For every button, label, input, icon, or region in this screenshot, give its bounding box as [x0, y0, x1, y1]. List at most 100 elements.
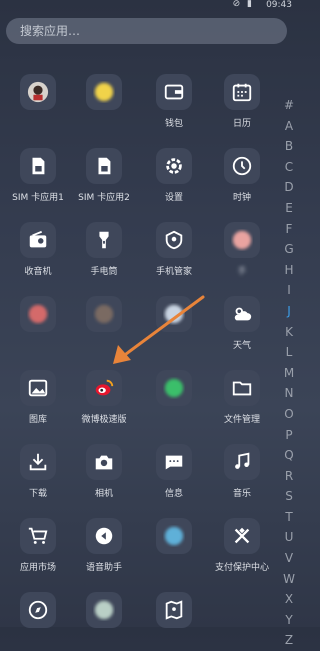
clock-icon — [224, 148, 260, 184]
phone-manager-icon — [156, 222, 192, 258]
app-label: 微博极速版 — [81, 415, 127, 425]
app-sim-card[interactable]: SIM 卡应用2 — [70, 148, 138, 203]
app-blurred-app[interactable]: 手 — [208, 222, 276, 277]
app-item[interactable] — [4, 592, 72, 634]
app-item[interactable] — [4, 74, 72, 116]
index-letter[interactable]: R — [282, 466, 296, 487]
search-input[interactable]: 搜索应用… — [6, 18, 287, 44]
status-bar: ⊘ ▮ 09:43 — [0, 0, 298, 16]
blurred-app-icon — [156, 518, 192, 554]
index-letter[interactable]: X — [282, 589, 296, 610]
index-letter[interactable]: K — [282, 322, 296, 343]
folder-icon — [224, 370, 260, 406]
app-label: 下载 — [28, 489, 47, 499]
app-payment-protection[interactable]: 支付保护中心 — [208, 518, 276, 573]
app-weather[interactable]: 天气 — [208, 296, 276, 351]
app-label: 钱包 — [164, 119, 183, 129]
index-letter[interactable]: U — [282, 527, 296, 548]
index-letter[interactable]: C — [282, 157, 296, 178]
app-label: 收音机 — [24, 267, 52, 277]
app-label: 天气 — [232, 341, 251, 351]
app-label: 手电筒 — [90, 267, 118, 277]
blurred-app-icon — [224, 222, 260, 258]
index-letter[interactable]: E — [282, 198, 296, 219]
index-letter[interactable]: L — [282, 342, 296, 363]
app-shopping-cart[interactable]: 应用市场 — [4, 518, 72, 573]
index-letter[interactable]: Q — [282, 445, 296, 466]
app-label: 支付保护中心 — [214, 563, 269, 573]
index-letter[interactable]: G — [282, 239, 296, 260]
app-item[interactable] — [4, 296, 72, 338]
index-letter[interactable]: Y — [282, 610, 296, 631]
sim-card-icon — [86, 148, 122, 184]
app-item[interactable] — [140, 518, 208, 560]
index-letter[interactable]: A — [282, 116, 296, 137]
app-flashlight[interactable]: 手电筒 — [70, 222, 138, 277]
download-icon — [20, 444, 56, 480]
index-letter[interactable]: V — [282, 548, 296, 569]
app-item[interactable] — [70, 592, 138, 634]
gear-icon — [156, 148, 192, 184]
partially-visible-row — [0, 42, 270, 52]
index-letter[interactable]: J — [282, 301, 296, 322]
message-icon — [156, 444, 192, 480]
app-label: 设置 — [164, 193, 183, 203]
alphabet-index[interactable]: # A B C D E F G H I J K L M N O P Q R S T U V W X Y Z — [282, 95, 296, 651]
index-letter[interactable]: I — [282, 280, 296, 301]
index-letter[interactable]: P — [282, 425, 296, 446]
sim-card-icon — [20, 148, 56, 184]
app-camera[interactable]: 相机 — [70, 444, 138, 499]
app-item[interactable] — [140, 370, 208, 412]
index-letter[interactable]: D — [282, 177, 296, 198]
gallery-icon — [20, 370, 56, 406]
app-label: 文件管理 — [223, 415, 260, 425]
blurred-app-icon — [86, 592, 122, 628]
app-label: SIM 卡应用2 — [78, 193, 130, 203]
index-letter[interactable]: S — [282, 486, 296, 507]
index-letter[interactable]: F — [282, 219, 296, 240]
app-label: 信息 — [164, 489, 183, 499]
app-phone-manager[interactable]: 手机管家 — [140, 222, 208, 277]
app-folder[interactable]: 文件管理 — [208, 370, 276, 425]
app-music[interactable]: 音乐 — [208, 444, 276, 499]
app-clock[interactable]: 时钟 — [208, 148, 276, 203]
app-label: 日历 — [232, 119, 251, 129]
app-item[interactable] — [70, 74, 138, 116]
app-voice-assistant[interactable]: 语音助手 — [70, 518, 138, 573]
index-letter[interactable]: B — [282, 136, 296, 157]
app-item[interactable] — [70, 296, 138, 338]
app-label: 音乐 — [232, 489, 251, 499]
music-icon — [224, 444, 260, 480]
app-gear[interactable]: 设置 — [140, 148, 208, 203]
index-letter[interactable]: N — [282, 383, 296, 404]
blurred-app-icon — [156, 296, 192, 332]
blurred-app-icon — [86, 74, 122, 110]
app-label: 时钟 — [232, 193, 251, 203]
index-letter[interactable]: T — [282, 507, 296, 528]
flashlight-icon — [86, 222, 122, 258]
blurred-app-icon — [86, 296, 122, 332]
app-message[interactable]: 信息 — [140, 444, 208, 499]
app-item[interactable] — [140, 296, 208, 338]
app-gallery[interactable]: 图库 — [4, 370, 72, 425]
app-calendar[interactable]: 日历 — [208, 74, 276, 129]
app-weibo[interactable]: 微博极速版 — [70, 370, 138, 425]
app-wallet[interactable]: 钱包 — [140, 74, 208, 129]
weibo-icon — [86, 370, 122, 406]
index-letter[interactable]: # — [282, 95, 296, 116]
weather-icon — [224, 296, 260, 332]
app-radio[interactable]: 收音机 — [4, 222, 72, 277]
index-letter[interactable]: M — [282, 363, 296, 384]
index-letter[interactable]: O — [282, 404, 296, 425]
app-label: SIM 卡应用1 — [12, 193, 64, 203]
app-sim-card[interactable]: SIM 卡应用1 — [4, 148, 72, 203]
index-letter[interactable]: H — [282, 260, 296, 281]
app-label: 应用市场 — [19, 563, 56, 573]
app-label: 图库 — [28, 415, 47, 425]
index-letter[interactable]: W — [282, 569, 296, 590]
map-icon — [156, 592, 192, 628]
calendar-icon — [224, 74, 260, 110]
app-download[interactable]: 下载 — [4, 444, 72, 499]
app-item[interactable] — [140, 592, 208, 634]
index-letter[interactable]: Z — [282, 630, 296, 651]
